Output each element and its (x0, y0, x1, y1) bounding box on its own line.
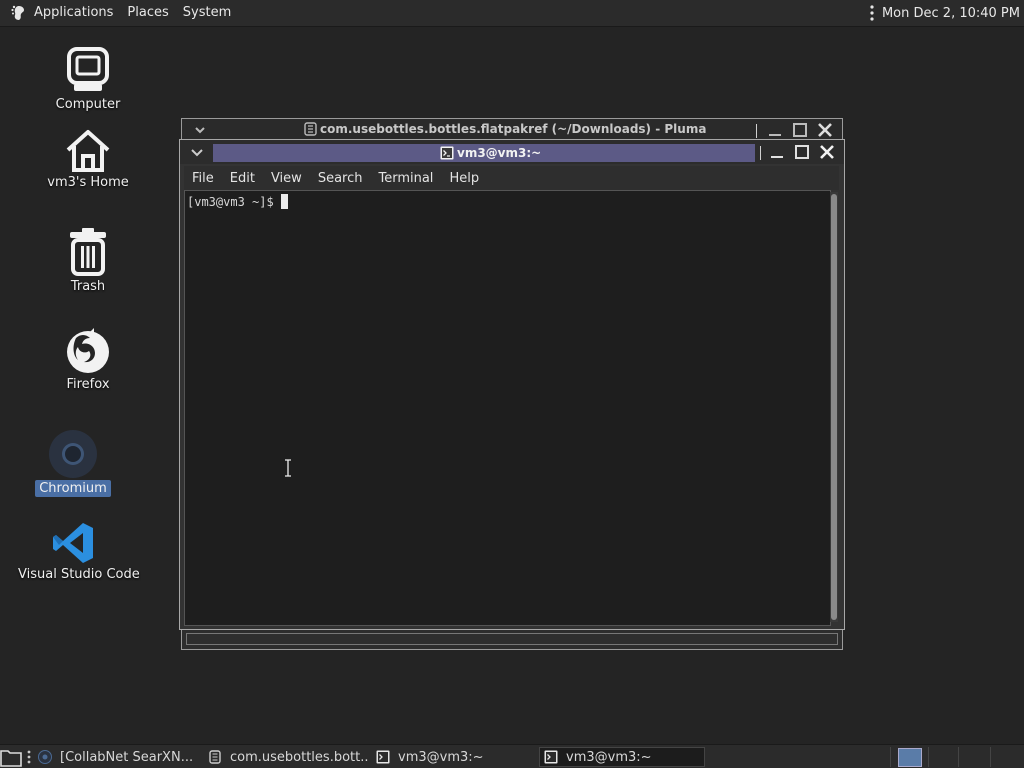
bottom-panel: [CollabNet SearXN... com.usebottles.bott… (0, 744, 1024, 768)
shell-prompt: [vm3@vm3 ~]$ (187, 194, 274, 209)
top-panel: Applications Places System Mon Dec 2, 10… (0, 0, 1024, 27)
trash-icon (70, 228, 106, 276)
terminal-window[interactable]: vm3@vm3:~ File Edit View Search Terminal… (179, 139, 845, 630)
chromium-icon (49, 430, 97, 478)
panel-grip-icon[interactable] (27, 750, 31, 764)
firefox-icon (67, 328, 109, 373)
computer-icon (67, 47, 109, 91)
desktop-icon-label: Visual Studio Code (18, 567, 140, 582)
menu-view[interactable]: View (263, 171, 310, 186)
clock[interactable]: Mon Dec 2, 10:40 PM (882, 6, 1020, 21)
panel-divider (990, 747, 991, 767)
terminal-title-group: vm3@vm3:~ (440, 144, 541, 162)
chevron-down-icon[interactable] (190, 145, 204, 159)
desktop-icon-trash[interactable]: Trash (48, 226, 128, 295)
terminal-icon (376, 750, 390, 764)
desktop-icon-vscode[interactable]: Visual Studio Code (14, 520, 140, 583)
taskbar-item-terminal-active[interactable]: vm3@vm3:~ (539, 747, 705, 767)
taskbar-item-label: com.usebottles.bott... (230, 749, 368, 765)
terminal-icon (440, 146, 454, 160)
text-cursor (280, 194, 288, 209)
menu-search[interactable]: Search (310, 171, 371, 186)
titlebar-separator (760, 146, 761, 160)
pluma-title: com.usebottles.bottles.flatpakref (~/Dow… (320, 122, 707, 136)
desktop-icon-chromium[interactable]: Chromium (28, 428, 118, 497)
terminal-output[interactable]: [vm3@vm3 ~]$ (184, 190, 831, 626)
taskbar-item-label: [CollabNet SearXN... (60, 749, 194, 765)
desktop-icon-home[interactable]: vm3's Home (38, 128, 138, 191)
menu-places[interactable]: Places (120, 0, 175, 26)
pluma-title-group: com.usebottles.bottles.flatpakref (~/Dow… (304, 122, 706, 136)
maximize-icon[interactable] (791, 121, 809, 139)
desktop-icon-label: Firefox (66, 377, 110, 392)
text-editor-icon (209, 750, 221, 764)
maximize-icon[interactable] (793, 143, 811, 161)
panel-divider (958, 747, 959, 767)
home-icon (66, 130, 110, 172)
show-desktop-icon[interactable] (0, 747, 22, 767)
gnome-foot-icon[interactable] (10, 4, 28, 22)
taskbar-item-browser[interactable]: [CollabNet SearXN... (38, 747, 198, 767)
titlebar-separator (756, 124, 757, 138)
menu-edit[interactable]: Edit (222, 171, 263, 186)
desktop-icon-firefox[interactable]: Firefox (48, 326, 128, 393)
pluma-statusbar (186, 633, 838, 645)
top-panel-right: Mon Dec 2, 10:40 PM (870, 0, 1020, 26)
pluma-titlebar[interactable]: com.usebottles.bottles.flatpakref (~/Dow… (182, 119, 842, 141)
chevron-down-icon[interactable] (194, 124, 206, 136)
terminal-menubar: File Edit View Search Terminal Help (184, 166, 839, 190)
taskbar-item-pluma[interactable]: com.usebottles.bott... (208, 747, 368, 767)
terminal-scrollbar[interactable] (830, 192, 838, 622)
top-menu: Applications Places System (0, 0, 238, 26)
ibeam-cursor-icon (285, 459, 291, 477)
taskbar-item-label: vm3@vm3:~ (398, 749, 484, 765)
terminal-title: vm3@vm3:~ (457, 146, 542, 160)
menu-applications[interactable]: Applications (32, 0, 120, 26)
taskbar-item-label: vm3@vm3:~ (566, 749, 652, 765)
terminal-icon (544, 750, 558, 764)
menu-help[interactable]: Help (441, 171, 487, 186)
minimize-icon[interactable] (768, 143, 786, 161)
minimize-icon[interactable] (766, 121, 784, 139)
desktop-icon-label: Chromium (35, 480, 111, 497)
kebab-icon[interactable] (870, 5, 874, 21)
desktop-icon-label: Trash (70, 279, 106, 294)
workspace-1[interactable] (898, 748, 922, 767)
close-icon[interactable] (816, 121, 834, 139)
desktop-icon-label: Computer (55, 97, 121, 112)
menu-file[interactable]: File (184, 171, 222, 186)
desktop-icon-computer[interactable]: Computer (48, 46, 128, 113)
chromium-icon (38, 750, 52, 764)
taskbar-item-terminal[interactable]: vm3@vm3:~ (376, 747, 536, 767)
desktop-icon-label: vm3's Home (47, 175, 129, 190)
scrollbar-thumb[interactable] (831, 194, 837, 620)
panel-divider (890, 747, 891, 767)
terminal-titlebar[interactable]: vm3@vm3:~ (180, 140, 844, 164)
vscode-icon (53, 523, 93, 563)
panel-divider (928, 747, 929, 767)
menu-terminal[interactable]: Terminal (370, 171, 441, 186)
close-icon[interactable] (818, 143, 836, 161)
prompt-line: [vm3@vm3 ~]$ (187, 194, 288, 209)
text-editor-icon (304, 122, 317, 136)
menu-system[interactable]: System (176, 0, 238, 26)
